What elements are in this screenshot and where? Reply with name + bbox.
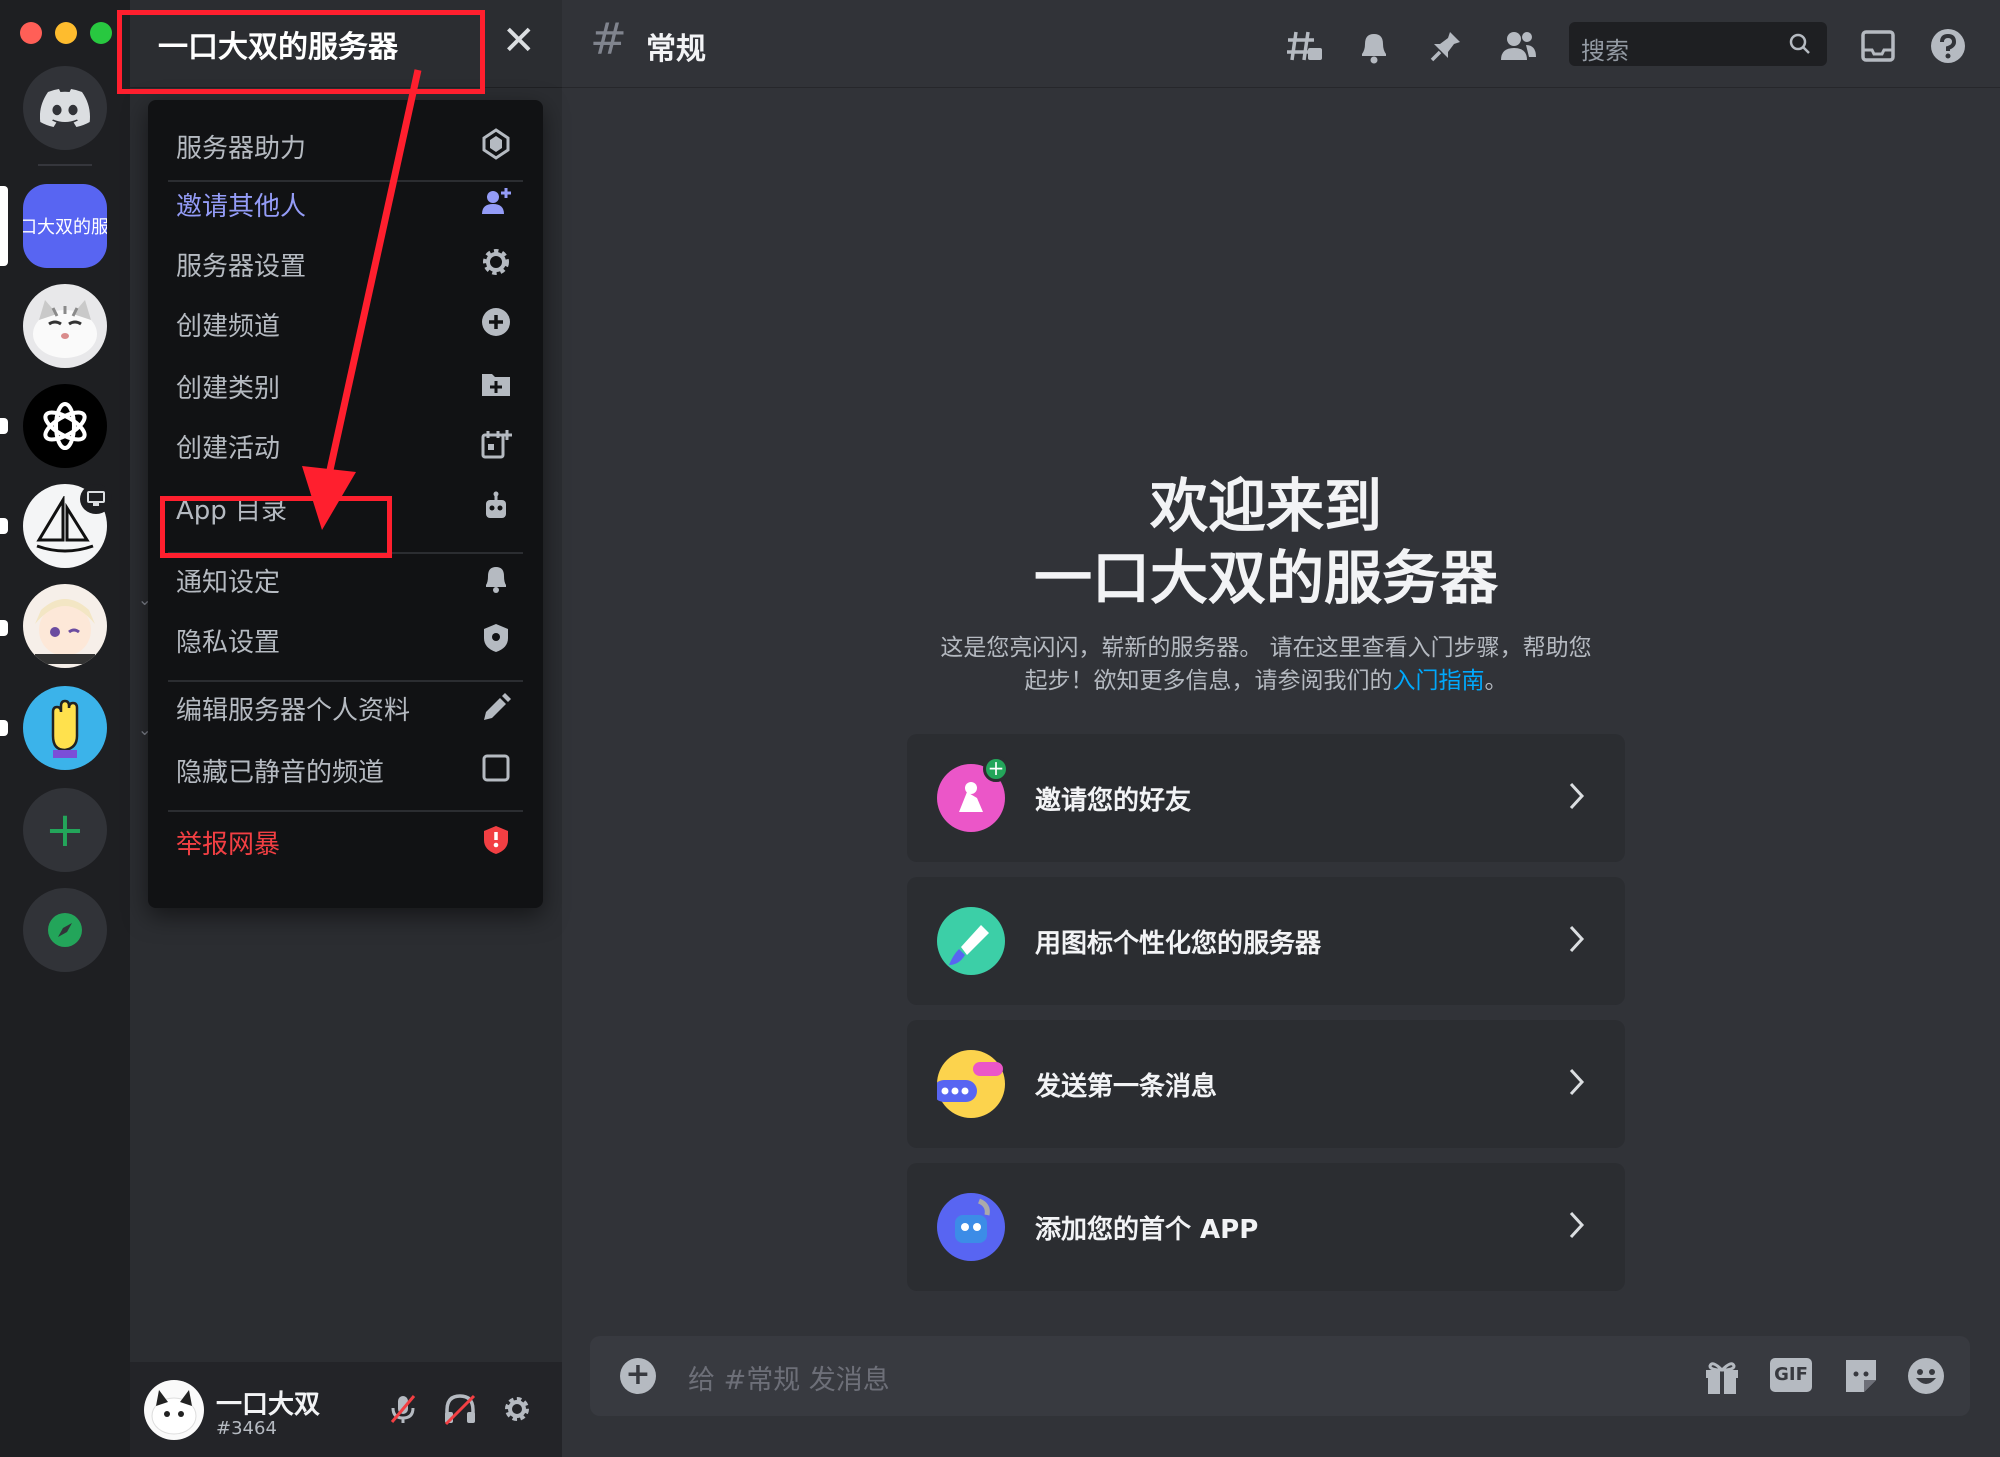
- discord-window: 口大双的服务器: [0, 0, 2000, 1457]
- annotation-arrow: [302, 69, 422, 530]
